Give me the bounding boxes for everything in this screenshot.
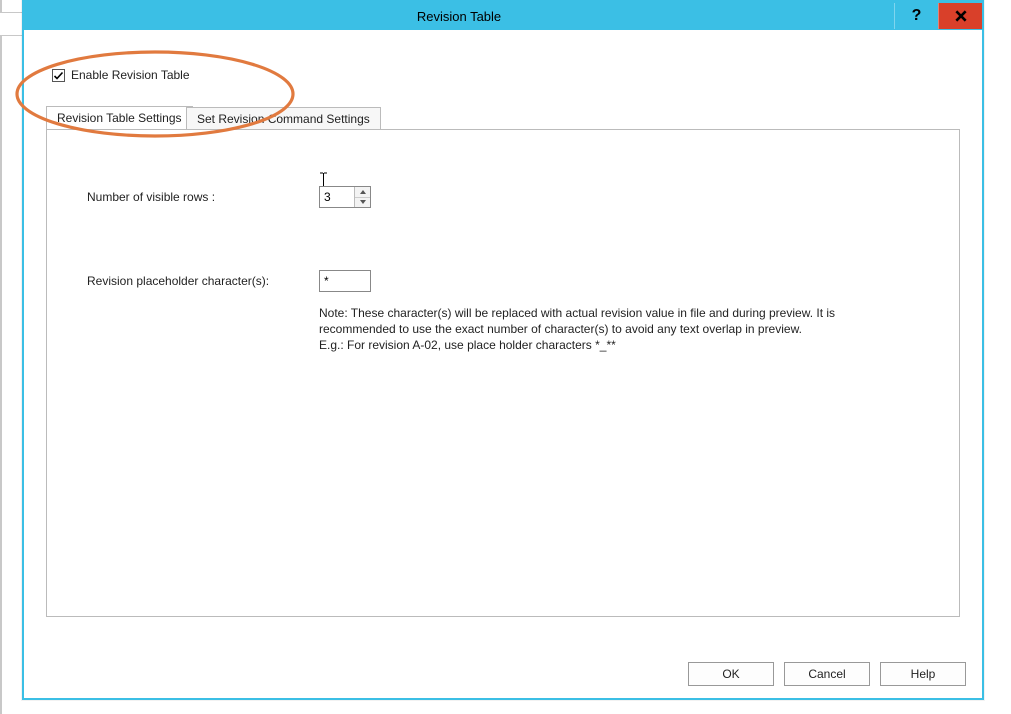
- tabstrip: Revision Table Settings Set Revision Com…: [46, 106, 960, 130]
- settings-panel: Number of visible rows :: [46, 129, 960, 617]
- placeholder-label: Revision placeholder character(s):: [87, 274, 319, 288]
- checkbox-checked-icon: [52, 69, 65, 82]
- chevron-down-icon: [359, 199, 367, 205]
- tab-label: Set Revision Command Settings: [197, 112, 370, 126]
- titlebar: Revision Table ?: [24, 2, 982, 30]
- enable-revision-checkbox[interactable]: [52, 69, 65, 82]
- enable-revision-row: Enable Revision Table: [52, 68, 960, 82]
- parent-edge: [0, 0, 2, 714]
- cancel-button[interactable]: Cancel: [784, 662, 870, 686]
- button-label: OK: [722, 667, 739, 681]
- spinner-up-button[interactable]: [355, 187, 370, 198]
- tab-label: Revision Table Settings: [57, 111, 182, 125]
- question-mark-icon: ?: [912, 7, 922, 25]
- ok-button[interactable]: OK: [688, 662, 774, 686]
- tab-revision-table-settings[interactable]: Revision Table Settings: [46, 106, 193, 130]
- help-button[interactable]: Help: [880, 662, 966, 686]
- visible-rows-spinner[interactable]: [319, 186, 371, 208]
- help-titlebar-button[interactable]: ?: [894, 3, 938, 29]
- close-icon: [954, 9, 968, 23]
- visible-rows-row: Number of visible rows :: [87, 186, 371, 208]
- spinner-arrows: [354, 187, 370, 207]
- chevron-up-icon: [359, 189, 367, 195]
- note-line: recommended to use the exact number of c…: [319, 321, 939, 337]
- note-line: E.g.: For revision A-02, use place holde…: [319, 337, 939, 353]
- window-title: Revision Table: [24, 9, 894, 24]
- parent-window-bg: Revision Table ? Enable Revisio: [0, 0, 1011, 714]
- placeholder-input[interactable]: [319, 270, 371, 292]
- button-label: Cancel: [808, 667, 845, 681]
- dialog-buttons: OK Cancel Help: [688, 662, 966, 686]
- dialog-body: Enable Revision Table Revision Table Set…: [24, 30, 982, 698]
- visible-rows-input[interactable]: [320, 187, 354, 207]
- button-label: Help: [911, 667, 936, 681]
- visible-rows-label: Number of visible rows :: [87, 190, 319, 204]
- revision-table-dialog: Revision Table ? Enable Revisio: [22, 0, 984, 700]
- close-button[interactable]: [938, 3, 982, 29]
- enable-revision-label: Enable Revision Table: [71, 68, 190, 82]
- placeholder-note: Note: These character(s) will be replace…: [319, 305, 939, 353]
- note-line: Note: These character(s) will be replace…: [319, 305, 939, 321]
- placeholder-row: Revision placeholder character(s):: [87, 270, 371, 292]
- spinner-down-button[interactable]: [355, 198, 370, 208]
- tab-set-revision-command-settings[interactable]: Set Revision Command Settings: [186, 107, 381, 130]
